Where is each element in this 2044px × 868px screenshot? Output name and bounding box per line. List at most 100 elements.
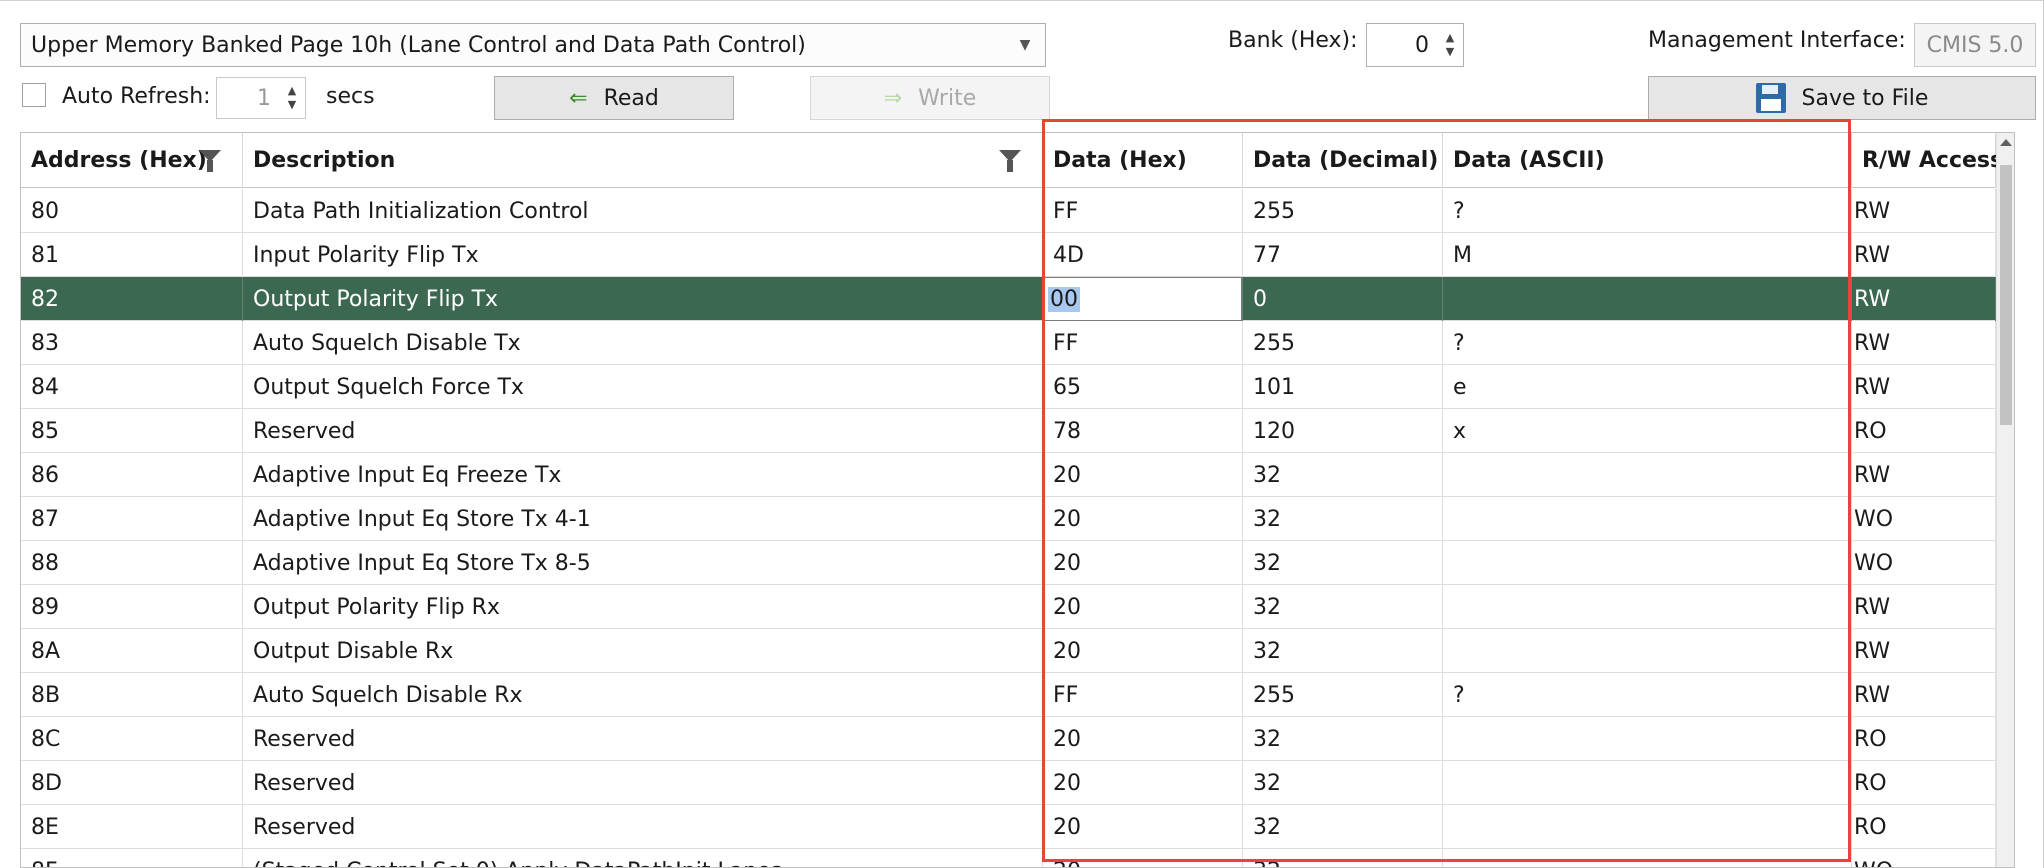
table-row[interactable]: 89 Output Polarity Flip Rx 20 32 RW [21, 585, 1996, 629]
table-row[interactable]: 8C Reserved 20 32 RO [21, 717, 1996, 761]
cell-data-hex[interactable]: 20 [1043, 629, 1243, 673]
scrollbar-thumb[interactable] [2000, 165, 2012, 425]
table-row[interactable]: 81 Input Polarity Flip Tx 4D 77 M RW [21, 233, 1996, 277]
cell-data-hex[interactable]: 20 [1043, 453, 1243, 497]
cell-data-hex[interactable]: 20 [1043, 717, 1243, 761]
refresh-interval-spinner[interactable]: 1 ▲ ▼ [216, 77, 306, 119]
cell-data-ascii[interactable] [1443, 717, 1852, 761]
cell-address: 80 [21, 189, 243, 233]
cell-data-hex[interactable]: 65 [1043, 365, 1243, 409]
arrow-left-icon: ⇐ [569, 85, 588, 111]
cell-data-hex[interactable]: 20 [1043, 761, 1243, 805]
cell-data-ascii[interactable]: e [1443, 365, 1852, 409]
cell-data-hex[interactable]: 20 [1043, 497, 1243, 541]
cell-rw-access: WO [1852, 849, 1996, 867]
spinner-arrows-icon[interactable]: ▲ ▼ [1437, 24, 1463, 66]
refresh-interval-value[interactable]: 1 [217, 86, 279, 111]
cell-data-ascii[interactable] [1443, 541, 1852, 585]
cell-data-hex[interactable]: 78 [1043, 409, 1243, 453]
page-select-dropdown[interactable]: Upper Memory Banked Page 10h (Lane Contr… [20, 23, 1046, 67]
cell-rw-access: RO [1852, 761, 1996, 805]
cell-data-ascii[interactable] [1443, 849, 1852, 867]
cell-data-hex[interactable]: FF [1043, 189, 1243, 233]
column-header-description[interactable]: Description [243, 133, 1043, 188]
cell-data-ascii[interactable] [1443, 585, 1852, 629]
cell-data-ascii[interactable]: x [1443, 409, 1852, 453]
save-to-file-button[interactable]: Save to File [1648, 76, 2036, 120]
cell-data-hex[interactable]: 20 [1043, 541, 1243, 585]
column-header-data-hex[interactable]: Data (Hex) [1043, 133, 1243, 188]
table-row[interactable]: 8B Auto Squelch Disable Rx FF 255? RW [21, 673, 1996, 717]
cell-data-decimal[interactable]: 101 [1243, 365, 1443, 409]
cell-data-decimal[interactable]: 255 [1243, 189, 1443, 233]
cell-data-decimal[interactable]: 32 [1243, 585, 1443, 629]
cell-data-decimal[interactable]: 32 [1243, 453, 1443, 497]
read-button[interactable]: ⇐ Read [494, 76, 734, 120]
cell-rw-access: RW [1852, 233, 1996, 277]
column-header-rw-access[interactable]: R/W Access [1852, 133, 2003, 188]
table-row[interactable]: 83 Auto Squelch Disable Tx FF 255? RW [21, 321, 1996, 365]
vertical-scrollbar[interactable] [1996, 133, 2014, 867]
cell-data-hex[interactable]: FF [1043, 321, 1243, 365]
cell-data-decimal[interactable]: 120 [1243, 409, 1443, 453]
cell-data-decimal[interactable]: 32 [1243, 629, 1443, 673]
auto-refresh-checkbox[interactable] [22, 83, 46, 107]
cell-data-hex[interactable]: 20 [1043, 805, 1243, 849]
table-row[interactable]: 84 Output Squelch Force Tx 65 101 e RW [21, 365, 1996, 409]
cell-data-hex[interactable]: 4D [1043, 233, 1243, 277]
cell-address: 82 [21, 277, 243, 321]
cell-data-decimal[interactable]: 32 [1243, 497, 1443, 541]
cell-rw-access: RO [1852, 805, 1996, 849]
table-row[interactable]: 86 Adaptive Input Eq Freeze Tx 20 32 RW [21, 453, 1996, 497]
bank-spinner[interactable]: 0 ▲ ▼ [1366, 23, 1464, 67]
table-row[interactable]: 8D Reserved 20 32 RO [21, 761, 1996, 805]
table-row[interactable]: 85 Reserved 78 120 x RO [21, 409, 1996, 453]
table-row[interactable]: 8F(Staged Control Set 0) Apply DataPathI… [21, 849, 1996, 867]
cell-data-decimal[interactable]: 255 [1243, 673, 1443, 717]
cell-data-ascii[interactable]: ? [1443, 321, 1852, 365]
bank-value[interactable]: 0 [1367, 33, 1437, 58]
cell-data-ascii[interactable] [1443, 761, 1852, 805]
cell-data-ascii[interactable] [1443, 497, 1852, 541]
cell-data-decimal[interactable]: 0 [1243, 277, 1443, 321]
table-row[interactable]: 87 Adaptive Input Eq Store Tx 4-1 20 32 WO [21, 497, 1996, 541]
register-table[interactable]: Address (Hex) Description Data (Hex) Data (… [20, 132, 2015, 868]
cell-data-decimal[interactable]: 32 [1243, 761, 1443, 805]
selected-text: 00 [1048, 286, 1080, 312]
table-header: Address (Hex) Description Data (Hex) Data (… [21, 133, 2003, 188]
cell-data-ascii[interactable] [1443, 277, 1852, 321]
funnel-filter-icon[interactable] [999, 150, 1021, 172]
cell-data-ascii[interactable]: ? [1443, 673, 1852, 717]
write-button[interactable]: ⇒ Write [810, 76, 1050, 120]
funnel-filter-icon[interactable] [199, 150, 221, 172]
data-hex-edit-field[interactable]: 00 [1042, 277, 1242, 321]
table-row[interactable]: 88 Adaptive Input Eq Store Tx 8-5 20 32 WO [21, 541, 1996, 585]
table-row[interactable]: 8E Reserved 20 32 RO [21, 805, 1996, 849]
table-row[interactable]: 80 Data Path Initialization Control FF 255?… [21, 189, 1996, 233]
cell-data-hex[interactable]: FF [1043, 673, 1243, 717]
spinner-arrows-icon[interactable]: ▲ ▼ [279, 78, 305, 118]
cell-data-ascii[interactable] [1443, 629, 1852, 673]
floppy-disk-icon [1755, 83, 1786, 113]
chevron-down-icon[interactable]: ▼ [1005, 24, 1045, 66]
cell-address: 83 [21, 321, 243, 365]
cell-data-decimal[interactable]: 32 [1243, 849, 1443, 867]
column-header-data-ascii[interactable]: Data (ASCII) [1443, 133, 1852, 188]
column-header-data-decimal[interactable]: Data (Decimal) [1243, 133, 1443, 188]
cell-data-ascii[interactable]: ? [1443, 189, 1852, 233]
read-button-label: Read [603, 85, 659, 111]
cell-data-decimal[interactable]: 32 [1243, 717, 1443, 761]
table-row[interactable]: 8A Output Disable Rx 20 32 RW [21, 629, 1996, 673]
scroll-up-icon[interactable] [2000, 139, 2012, 146]
save-button-label: Save to File [1801, 85, 1929, 111]
cell-data-ascii[interactable] [1443, 453, 1852, 497]
cell-data-hex[interactable]: 20 [1043, 849, 1243, 867]
cell-data-hex[interactable]: 20 [1043, 585, 1243, 629]
cell-data-ascii[interactable]: M [1443, 233, 1852, 277]
table-row[interactable]: 82Output Polarity Flip Tx000RW00 [21, 277, 1996, 321]
cell-data-ascii[interactable] [1443, 805, 1852, 849]
cell-data-decimal[interactable]: 255 [1243, 321, 1443, 365]
cell-data-decimal[interactable]: 32 [1243, 805, 1443, 849]
cell-data-decimal[interactable]: 77 [1243, 233, 1443, 277]
cell-data-decimal[interactable]: 32 [1243, 541, 1443, 585]
